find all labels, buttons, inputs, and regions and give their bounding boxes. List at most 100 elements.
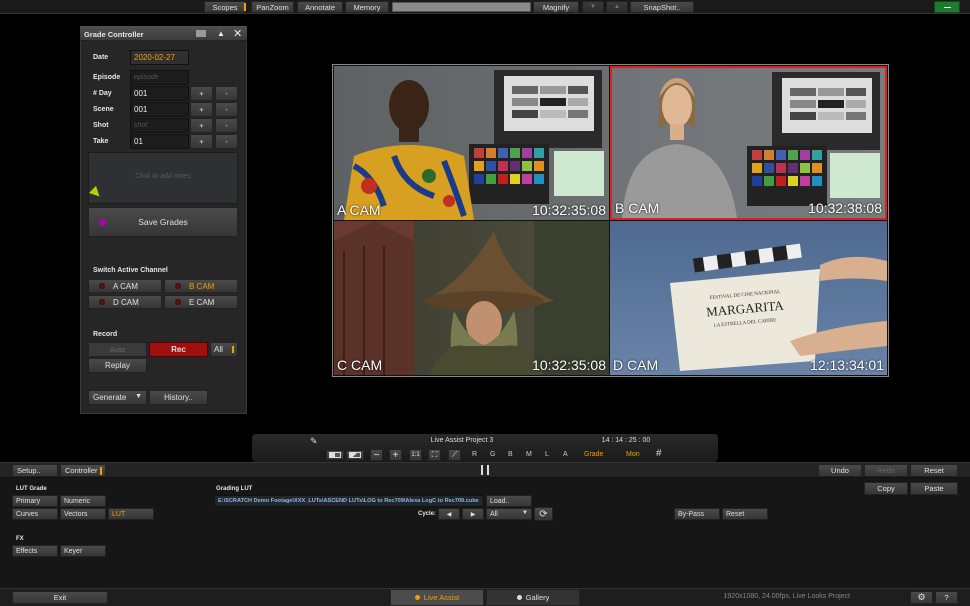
channel-l[interactable]: L (545, 451, 549, 458)
episode-placeholder: episode (134, 74, 159, 81)
undo-button[interactable]: Undo (818, 464, 862, 477)
shot-field[interactable]: shot (130, 118, 189, 133)
exit-button[interactable]: Exit (12, 591, 108, 604)
a-cam-image (344, 70, 604, 220)
channel-b[interactable]: B (508, 451, 513, 458)
panzoom-button[interactable]: PanZoom (251, 1, 294, 13)
channel-d-cam-button[interactable]: D CAM (88, 295, 162, 309)
minimize-button[interactable] (934, 1, 960, 13)
redo-button[interactable]: Redo (864, 464, 908, 477)
mon-toggle[interactable]: Mon (626, 451, 640, 458)
scopes-active-indicator (244, 3, 246, 11)
auto-button[interactable]: Auto (88, 342, 147, 357)
scene-minus-button[interactable]: - (215, 102, 238, 117)
shot-minus-button[interactable]: - (215, 118, 238, 133)
settings-button[interactable]: ⚙ (910, 591, 933, 604)
bypass-button[interactable]: By-Pass (674, 508, 720, 520)
viewer-cell-c-cam[interactable]: C CAM 10:32:35:08 (334, 221, 609, 375)
b-cam-image (622, 72, 880, 218)
controller-button[interactable]: Controller (60, 464, 106, 477)
transport-timecode: 14 : 14 : 25 : 00 (601, 437, 651, 444)
day-plus-button[interactable]: + (190, 86, 213, 101)
cycle-value: All (490, 510, 498, 518)
episode-field[interactable]: episode (130, 70, 189, 85)
load-button[interactable]: Load.. (486, 495, 532, 507)
reset-top-button[interactable]: Reset (910, 464, 958, 477)
curve-icon[interactable]: ⟋ (448, 449, 461, 461)
fit-icon[interactable]: ⛶ (428, 449, 441, 461)
rec-button[interactable]: Rec (149, 342, 208, 357)
effects-button[interactable]: Effects (12, 545, 58, 557)
lut-path-field[interactable]: E:\SCRATCH Demo Footage\XXX_LUTs\ASCEND … (214, 495, 484, 507)
magnify-up-button[interactable]: ▲ (606, 1, 628, 13)
channel-r[interactable]: R (472, 451, 477, 458)
panel-menu-icon[interactable] (196, 30, 206, 37)
day-label: # Day (93, 90, 112, 97)
copy-button[interactable]: Copy (864, 482, 908, 495)
memory-button[interactable]: Memory (345, 1, 389, 13)
zoom-in-icon[interactable]: + (389, 449, 402, 461)
save-grades-button[interactable]: Save Grades (88, 207, 238, 237)
help-button[interactable]: ? (935, 591, 958, 604)
grid-icon[interactable]: # (656, 448, 662, 459)
channel-g[interactable]: G (490, 451, 495, 458)
cycle-next-button[interactable]: ▶ (462, 508, 484, 520)
paste-button[interactable]: Paste (910, 482, 958, 495)
channel-a-cam-button[interactable]: A CAM (88, 279, 162, 293)
shot-plus-button[interactable]: + (190, 118, 213, 133)
day-field[interactable]: 001 (130, 86, 189, 101)
keyer-button[interactable]: Keyer (60, 545, 106, 557)
zoom-out-icon[interactable]: − (370, 449, 383, 461)
lut-button[interactable]: LUT (108, 508, 154, 520)
vectors-button[interactable]: Vectors (60, 508, 106, 520)
day-minus-button[interactable]: - (215, 86, 238, 101)
channel-b-cam-button[interactable]: B CAM (164, 279, 238, 293)
numeric-button[interactable]: Numeric (60, 495, 106, 507)
curves-button[interactable]: Curves (12, 508, 58, 520)
take-field[interactable]: 01 (130, 134, 189, 149)
notes-placeholder: Click to add notes (135, 173, 191, 180)
wipe-view-icon[interactable] (346, 450, 364, 460)
memory-slot-bar[interactable] (392, 2, 531, 12)
pause-icon[interactable] (481, 465, 489, 475)
magnify-down-button[interactable]: ▼ (582, 1, 604, 13)
setup-button[interactable]: Setup.. (12, 464, 58, 477)
gallery-tab[interactable]: Gallery (486, 589, 580, 606)
take-plus-button[interactable]: + (190, 134, 213, 149)
channel-label: A CAM (113, 281, 138, 291)
date-field[interactable]: 2020-02-27 (130, 50, 189, 65)
pen-icon[interactable]: ✎ (310, 436, 318, 447)
viewer-cell-d-cam[interactable]: FESTIVAL DE CINE NACIONAL MARGARITA LA E… (610, 221, 887, 375)
channel-led (175, 283, 181, 289)
panel-collapse-icon[interactable]: ▲ (217, 29, 225, 38)
scene-field[interactable]: 001 (130, 102, 189, 117)
project-name: Live Assist Project 3 (430, 437, 494, 444)
scopes-button[interactable]: Scopes (204, 1, 246, 13)
all-button[interactable]: All (210, 342, 238, 357)
replay-button[interactable]: Replay (88, 358, 147, 373)
history-button[interactable]: History.. (149, 390, 208, 405)
split-view-icon[interactable] (326, 450, 344, 460)
one-to-one-button[interactable]: 1:1 (409, 449, 422, 461)
reset-lut-button[interactable]: Reset (722, 508, 768, 520)
snapshot-button[interactable]: SnapShot.. (630, 1, 694, 13)
scene-plus-button[interactable]: + (190, 102, 213, 117)
viewer-cell-a-cam[interactable]: A CAM 10:32:35:08 (334, 66, 609, 220)
d-cam-image (670, 243, 887, 371)
cycle-prev-button[interactable]: ◀ (438, 508, 460, 520)
channel-e-cam-button[interactable]: E CAM (164, 295, 238, 309)
magnify-button[interactable]: Magnify (533, 1, 579, 13)
primary-button[interactable]: Primary (12, 495, 58, 507)
annotate-button[interactable]: Annotate (297, 1, 343, 13)
generate-dropdown[interactable]: Generate ▼ (88, 390, 147, 405)
channel-a[interactable]: A (563, 451, 568, 458)
take-minus-button[interactable]: - (215, 134, 238, 149)
cycle-dropdown[interactable]: All ▼ (486, 508, 532, 520)
live-assist-tab[interactable]: Live Assist (390, 589, 484, 606)
close-icon[interactable]: ✕ (233, 27, 242, 40)
channel-label: D CAM (113, 297, 139, 307)
viewer-cell-b-cam[interactable]: B CAM 10:32:38:08 (610, 66, 887, 220)
channel-m[interactable]: M (526, 451, 532, 458)
refresh-button[interactable]: ⟳ (534, 507, 553, 521)
grade-toggle[interactable]: Grade (584, 451, 603, 458)
